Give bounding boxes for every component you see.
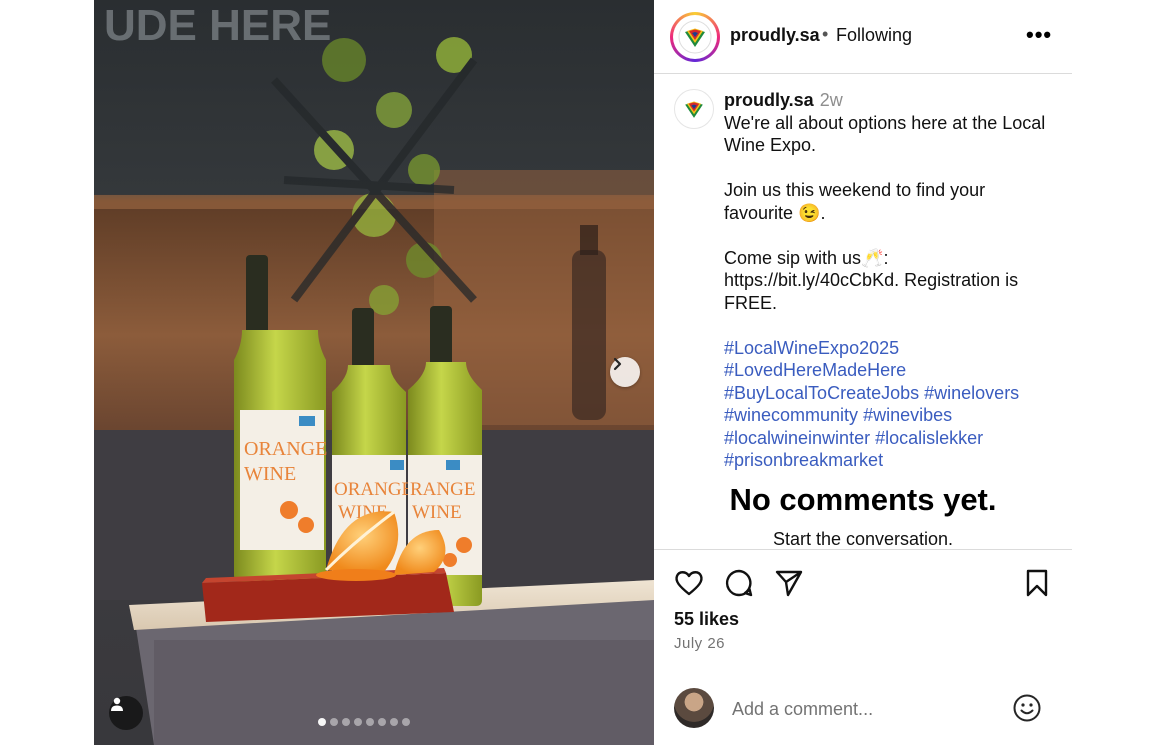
post-date: July 26	[674, 635, 726, 652]
caption-text-line2: Join us this weekend to find your favour…	[724, 180, 986, 223]
post-photo: UDE HERE ORANGE WINE ORANGE WINE RANGE W…	[94, 0, 654, 745]
hashtag-link[interactable]: #LocalWineExpo2025	[724, 338, 899, 358]
post-actions: 55 likes July 26	[654, 549, 1072, 669]
comment-input[interactable]	[730, 693, 1004, 725]
hashtag-link[interactable]: #winecommunity	[724, 405, 858, 425]
no-comments-heading: No comments yet.	[729, 482, 997, 517]
chevron-right-icon	[613, 357, 622, 371]
heart-icon[interactable]	[673, 567, 705, 599]
hashtag-link[interactable]: #LovedHereMadeHere	[724, 360, 906, 380]
comment-bubble-icon[interactable]	[723, 567, 755, 599]
caption-hashtags: #LocalWineExpo2025 #LovedHereMadeHere #B…	[724, 337, 1044, 472]
hashtag-link[interactable]: #winevibes	[863, 405, 952, 425]
carousel-dot	[378, 718, 386, 726]
post-side-panel: proudly.sa • Following ••• proudly.sa 2w …	[654, 0, 1072, 745]
add-comment-bar	[654, 669, 1072, 745]
svg-text:WINE: WINE	[412, 502, 462, 523]
svg-text:ORANGE: ORANGE	[244, 438, 327, 460]
carousel-dot	[354, 718, 362, 726]
carousel-dot	[366, 718, 374, 726]
hashtag-link[interactable]: #localwineinwinter	[724, 428, 870, 448]
left-gutter	[0, 0, 94, 745]
smiley-icon[interactable]	[1012, 693, 1042, 723]
proudly-sa-logo-icon	[685, 101, 703, 118]
caption-text-line3a: Come sip with us🥂:	[724, 247, 889, 268]
following-button[interactable]: Following	[836, 25, 912, 46]
separator-dot: •	[822, 24, 829, 44]
svg-text:UDE HERE: UDE HERE	[104, 1, 331, 50]
svg-text:WINE: WINE	[244, 463, 296, 485]
svg-text:RANGE: RANGE	[410, 479, 475, 500]
more-options-icon[interactable]: •••	[1026, 22, 1052, 48]
bookmark-icon[interactable]	[1021, 567, 1053, 599]
right-gutter	[1072, 0, 1166, 745]
carousel-dot	[390, 718, 398, 726]
post-age: 2w	[819, 90, 843, 110]
hashtag-link[interactable]: #winelovers	[924, 383, 1019, 403]
header-username[interactable]: proudly.sa	[730, 25, 820, 46]
start-conversation-text: Start the conversation.	[772, 529, 954, 549]
svg-text:ORANGE: ORANGE	[334, 479, 413, 500]
hashtag-link[interactable]: #BuyLocalToCreateJobs	[724, 383, 919, 403]
carousel-next-button[interactable]	[610, 357, 640, 387]
proudly-sa-logo-icon	[678, 20, 712, 54]
caption-avatar[interactable]	[674, 89, 714, 129]
caption-link-text[interactable]: https://bit.ly/40cCbKd. Registration is …	[724, 269, 1064, 314]
carousel-dot	[402, 718, 410, 726]
user-tag-icon	[111, 697, 123, 711]
caption-text-line1: We're all about options here at the Loca…	[724, 112, 1046, 156]
post-header: proudly.sa • Following •••	[654, 0, 1072, 74]
carousel-indicator	[318, 718, 410, 726]
hashtag-link[interactable]: #localislekker	[875, 428, 983, 448]
carousel-dot	[342, 718, 350, 726]
tagged-users-button[interactable]	[109, 696, 143, 730]
carousel-dot	[330, 718, 338, 726]
current-user-avatar	[674, 688, 714, 728]
caption-username[interactable]: proudly.sa	[724, 90, 814, 110]
carousel-dot	[318, 718, 326, 726]
post-caption: proudly.sa 2w We're all about options her…	[724, 89, 1064, 472]
profile-avatar-story-ring[interactable]	[670, 12, 720, 62]
likes-count[interactable]: 55 likes	[674, 609, 739, 630]
hashtag-link[interactable]: #prisonbreakmarket	[724, 450, 883, 470]
paper-plane-icon[interactable]	[773, 567, 805, 599]
wine-bottles-photo: UDE HERE ORANGE WINE ORANGE WINE RANGE W…	[94, 0, 654, 745]
